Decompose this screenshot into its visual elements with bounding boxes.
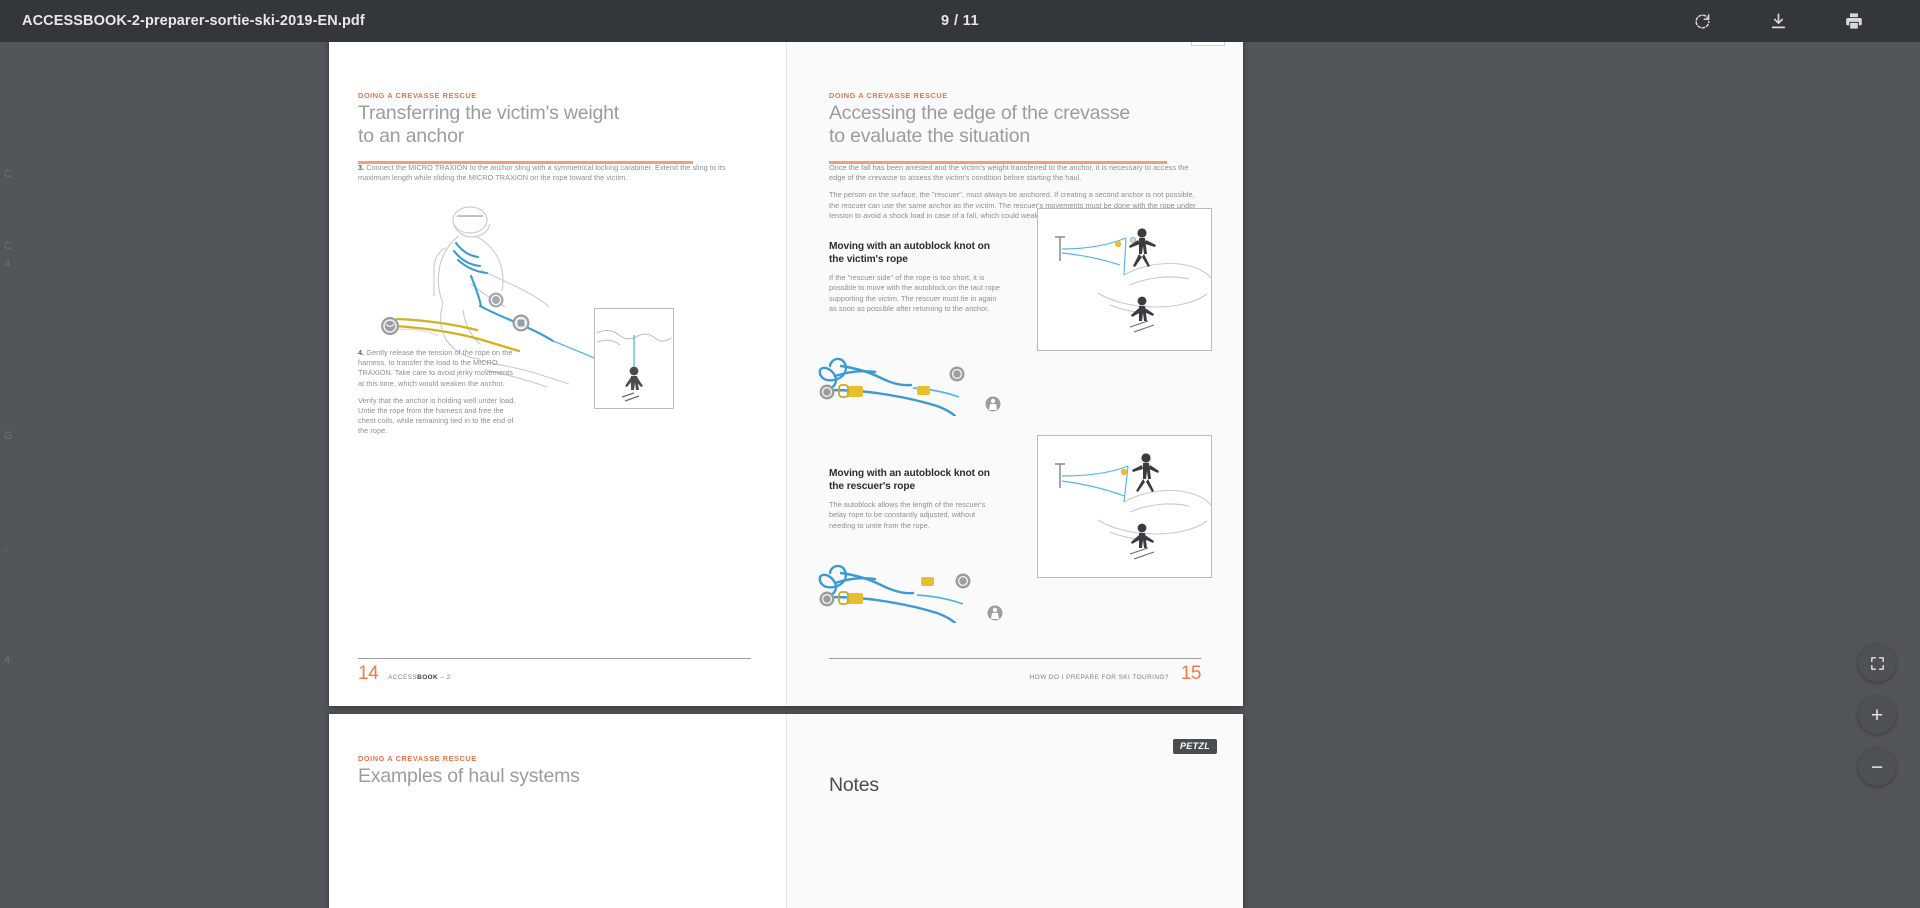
small-figure-icon <box>987 605 1003 621</box>
fit-to-page-button[interactable] <box>1858 644 1896 682</box>
section1-rope-schematic <box>818 357 1001 416</box>
small-figure-icon <box>985 396 1001 412</box>
autoblock-knot-icon <box>921 577 934 586</box>
zoom-controls: + − <box>1858 644 1896 786</box>
left-page-footer: 14 ACCESSBOOK – 2 <box>358 658 751 685</box>
edge-artifact: - <box>4 544 8 556</box>
section1-scene-illustration <box>1038 209 1212 350</box>
right-page-kicker: DOING A CREVASSE RESCUE <box>829 91 948 100</box>
section2-scene-frame <box>1037 435 1212 578</box>
page-left-half: DOING A CREVASSE RESCUE Transferring the… <box>329 42 786 706</box>
zoom-out-button[interactable]: − <box>1858 748 1896 786</box>
pdf-toolbar: ACCESSBOOK-2-preparer-sortie-ski-2019-EN… <box>0 0 1920 42</box>
right-page-footer: HOW DO I PREPARE FOR SKI TOURING? 15 <box>829 658 1202 685</box>
left-page-title: Transferring the victim's weight to an a… <box>358 102 751 147</box>
left-step3-paragraph: 3. Connect the MICRO TRAXION to the anch… <box>358 163 751 183</box>
right-page-title: Accessing the edge of the crevasse to ev… <box>829 102 1209 147</box>
right-intro-p1: Once the fall has been arrested and the … <box>829 163 1189 183</box>
right-section1-text: Moving with an autoblock knot on the vic… <box>829 241 1001 314</box>
zoom-in-button[interactable]: + <box>1858 696 1896 734</box>
right-section1-heading: Moving with an autoblock knot on the vic… <box>829 241 990 265</box>
left-step3-number: 3. <box>358 163 365 172</box>
toolbar-right-group <box>1440 7 1920 35</box>
anchor-device-icon <box>819 384 835 400</box>
pulley-icon <box>488 292 504 308</box>
left-step4-text: Gently release the tension of the rope o… <box>358 348 513 388</box>
pulley-icon <box>955 573 971 589</box>
next-left-kicker: DOING A CREVASSE RESCUE <box>358 754 477 763</box>
autoblock-knot-icon <box>1120 468 1128 476</box>
anchor-device-icon <box>819 591 835 607</box>
autoblock-knot-icon <box>917 386 930 395</box>
next-page-left-half: DOING A CREVASSE RESCUE Examples of haul… <box>329 714 786 908</box>
carabiner-icon <box>1130 236 1137 243</box>
edge-artifact: C <box>4 240 12 252</box>
left-page-folio: 14 <box>358 663 379 684</box>
right-page-title-line2: to evaluate the situation <box>829 124 1030 147</box>
left-step3-text: Connect the MICRO TRAXION to the anchor … <box>358 163 726 183</box>
left-page-title-line1: Transferring the victim's weight <box>358 102 620 124</box>
toolbar-center-group: 9 / 11 <box>480 13 1440 29</box>
right-page-title-line1: Accessing the edge of the crevasse <box>829 102 1131 124</box>
page-top-artifact <box>1191 42 1225 46</box>
right-section1-body: If the "rescuer side" of the rope is too… <box>829 273 1000 313</box>
pdf-viewer-scroll-area[interactable]: C C 4 G - 4 DOING A CREVASSE RESCUE Tran… <box>0 42 1920 908</box>
page-right-half: DOING A CREVASSE RESCUE Accessing the ed… <box>786 42 1243 706</box>
pulley-icon <box>949 366 965 382</box>
download-icon[interactable] <box>1764 7 1792 35</box>
left-footer-rule <box>358 658 751 659</box>
section2-scene-illustration <box>1038 436 1212 577</box>
next-right-title: Notes <box>829 774 879 796</box>
right-footer-rule <box>829 658 1201 659</box>
petzl-logo: PETZL <box>1173 739 1217 754</box>
right-section2-body: The autoblock allows the length of the r… <box>829 500 986 530</box>
left-page-title-line2: to an anchor <box>358 124 465 147</box>
edge-artifact: 4 <box>4 258 11 270</box>
autoblock-knot-icon <box>1114 240 1122 248</box>
document-title: ACCESSBOOK-2-preparer-sortie-ski-2019-EN… <box>22 13 365 29</box>
anchor-device-icon <box>381 317 399 335</box>
next-left-title: Examples of haul systems <box>358 765 580 787</box>
right-section2-text: Moving with an autoblock knot on the res… <box>829 468 1001 531</box>
micro-traxion-icon <box>512 314 530 332</box>
rotate-icon[interactable] <box>1688 7 1716 35</box>
micro-traxion-icon <box>847 386 863 397</box>
toolbar-left-group: ACCESSBOOK-2-preparer-sortie-ski-2019-EN… <box>0 13 480 29</box>
print-icon[interactable] <box>1840 7 1868 35</box>
page-indicator: 9 / 11 <box>941 13 979 29</box>
pdf-page-9: DOING A CREVASSE RESCUE Transferring the… <box>329 42 1243 706</box>
edge-artifact: C <box>4 168 12 180</box>
pdf-page-10: DOING A CREVASSE RESCUE Examples of haul… <box>329 714 1243 908</box>
section2-rope-schematic <box>818 564 1003 623</box>
left-step4-block: 4. Gently release the tension of the rop… <box>358 348 518 437</box>
left-step4-note: Verify that the anchor is holding well u… <box>358 395 516 436</box>
right-footer-label: HOW DO I PREPARE FOR SKI TOURING? <box>1029 674 1169 681</box>
crevasse-inset-illustration <box>595 309 673 408</box>
left-footer-label: ACCESSBOOK – 2 <box>388 674 451 681</box>
left-step4-number: 4. <box>358 348 365 357</box>
right-page-folio: 15 <box>1180 663 1202 684</box>
right-section2-heading: Moving with an autoblock knot on the res… <box>829 468 990 492</box>
edge-artifact: G <box>4 430 13 442</box>
next-page-right-half: PETZL Notes <box>786 714 1243 908</box>
section1-scene-frame <box>1037 208 1212 351</box>
micro-traxion-icon <box>847 593 863 604</box>
edge-artifact: 4 <box>4 654 11 666</box>
left-page-kicker: DOING A CREVASSE RESCUE <box>358 91 477 100</box>
crevasse-inset-frame <box>594 308 674 409</box>
